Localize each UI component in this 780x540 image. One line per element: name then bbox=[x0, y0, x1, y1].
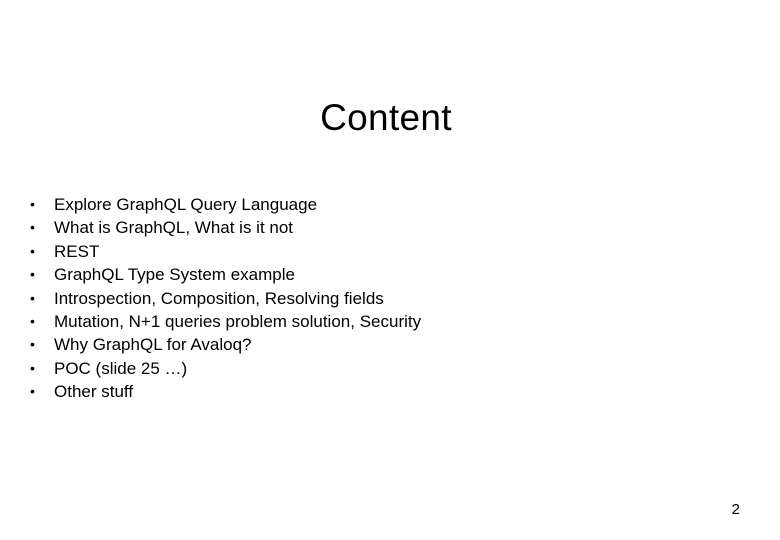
list-item-text: REST bbox=[54, 241, 100, 261]
bullet-icon: • bbox=[30, 289, 35, 306]
bullet-icon: • bbox=[30, 219, 35, 236]
bullet-icon: • bbox=[30, 242, 35, 259]
page-number: 2 bbox=[731, 501, 740, 518]
slide: Content • Explore GraphQL Query Language… bbox=[0, 0, 780, 540]
list-item-text: What is GraphQL, What is it not bbox=[54, 218, 294, 238]
list-item-text: Explore GraphQL Query Language bbox=[54, 195, 318, 214]
list-item-text: Why GraphQL for Avaloq? bbox=[54, 335, 252, 355]
bullet-icon: • bbox=[30, 266, 35, 283]
bullet-icon: • bbox=[30, 336, 35, 353]
list-item-text: Other stuff bbox=[54, 382, 134, 402]
list-item-text: Introspection, Composition, Resolving fi… bbox=[54, 288, 384, 308]
bullet-icon: • bbox=[30, 383, 35, 400]
bullet-icon: • bbox=[30, 312, 35, 329]
bullet-icon: • bbox=[30, 196, 35, 212]
list-item-text: GraphQL Type System example bbox=[54, 265, 295, 285]
slide-title: Content bbox=[320, 97, 452, 138]
bullet-icon: • bbox=[30, 359, 35, 376]
list-item-text: POC (slide 25 …) bbox=[54, 358, 188, 378]
list-item-text: Mutation, N+1 queries problem solution, … bbox=[54, 311, 422, 331]
